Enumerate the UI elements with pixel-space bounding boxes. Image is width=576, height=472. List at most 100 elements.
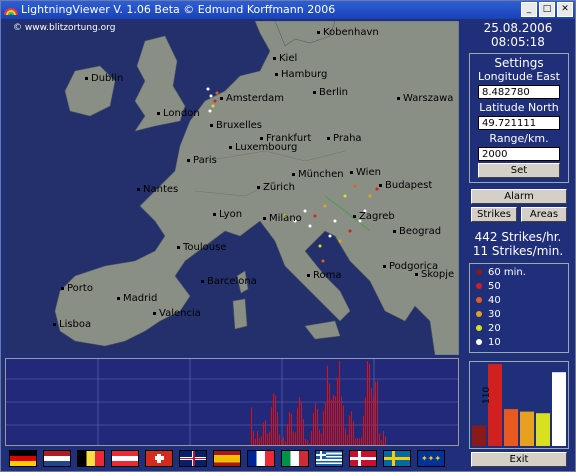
strikes-per-minute: 11 Strikes/min. [472, 244, 564, 258]
window-title: LightningViewer V. 1.06 Beta © Edmund Ko… [21, 3, 336, 16]
city-name: Bruxelles [216, 120, 262, 131]
minimize-button[interactable]: _ [521, 2, 537, 17]
date-label: 25.08.2006 [483, 21, 553, 35]
title-bar[interactable]: LightningViewer V. 1.06 Beta © Edmund Ko… [1, 1, 575, 19]
legend-label: 10 [488, 337, 501, 348]
country-flags: ✦✦✦ [5, 446, 459, 470]
city-dot [275, 72, 278, 76]
strikes-button[interactable]: Strikes [471, 207, 517, 222]
austria-flag[interactable] [111, 449, 139, 467]
close-button[interactable]: ✕ [557, 2, 573, 17]
activity-bar [536, 413, 550, 446]
city-label-mnchen: München [292, 169, 344, 180]
city-name: Toulouse [183, 242, 227, 253]
city-name: Barcelona [207, 276, 257, 287]
activity-value-label: 110 [482, 386, 492, 404]
sweden-flag[interactable] [383, 449, 411, 467]
city-dot [292, 172, 295, 176]
denmark-flag[interactable] [349, 449, 377, 467]
copyright-url: © www.blitzortung.org [13, 23, 116, 33]
city-dot [201, 279, 204, 283]
city-label-madrid: Madrid [117, 293, 157, 304]
city-dot [353, 214, 356, 218]
city-name: Roma [313, 270, 342, 281]
city-label-berlin: Berlin [313, 87, 348, 98]
strike-history-graph [5, 358, 459, 446]
legend-item: 30 [470, 308, 568, 322]
settings-title: Settings [494, 56, 544, 70]
italy-flag[interactable] [281, 449, 309, 467]
city-label-nantes: Nantes [137, 184, 178, 195]
city-name: Porto [67, 283, 93, 294]
exit-button[interactable]: Exit [471, 452, 567, 467]
set-button[interactable]: Set [478, 163, 560, 178]
spain-flag[interactable] [213, 449, 241, 467]
longitude-label: Longitude East [478, 70, 560, 83]
legend-label: 30 [488, 309, 501, 320]
city-label-toulouse: Toulouse [177, 242, 226, 253]
city-dot [317, 30, 320, 34]
city-label-kiel: Kiel [273, 53, 297, 64]
eu-flag[interactable]: ✦✦✦ [417, 449, 445, 467]
strike-rate-spikes [251, 361, 386, 445]
city-label-porto: Porto [61, 283, 93, 294]
strikes-per-hour: 442 Strikes/hr. [474, 230, 562, 244]
city-dot [210, 123, 213, 127]
city-label-valencia: Valencia [153, 308, 201, 319]
city-dot [220, 96, 223, 100]
activity-bar-panel: 110 [469, 361, 569, 449]
legend-dot-icon [476, 311, 482, 317]
city-dot [350, 170, 353, 174]
city-label-zagreb: Zagreb [353, 211, 395, 222]
france-flag[interactable] [247, 449, 275, 467]
legend-label: 60 min. [488, 267, 526, 278]
city-label-amsterdam: Amsterdam [220, 93, 284, 104]
alarm-button[interactable]: Alarm [471, 189, 567, 204]
city-dot [393, 229, 396, 233]
city-dot [379, 183, 382, 187]
city-dot [213, 212, 216, 216]
netherlands-flag[interactable] [43, 449, 71, 467]
range-input[interactable]: 2000 [478, 147, 560, 161]
city-dot [327, 136, 330, 140]
city-dot [397, 96, 400, 100]
city-label-paris: Paris [187, 155, 217, 166]
lightning-map[interactable]: © www.blitzortung.org Kobenhavn Kiel Hambu… [5, 21, 459, 355]
legend-dot-icon [476, 339, 482, 345]
belgium-flag[interactable] [77, 449, 105, 467]
city-dot [313, 90, 316, 94]
city-dot [263, 216, 266, 220]
uk-flag[interactable] [179, 449, 207, 467]
city-label-barcelona: Barcelona [201, 276, 257, 287]
areas-button[interactable]: Areas [521, 207, 567, 222]
city-name: Kiel [279, 53, 298, 64]
city-dot [307, 273, 310, 277]
city-name: Zagreb [359, 211, 395, 222]
city-label-skopje: Skopje [415, 269, 454, 280]
legend-dot-icon [476, 283, 482, 289]
city-name: Lyon [219, 209, 243, 220]
city-name: Hamburg [281, 69, 328, 80]
legend-dot-icon [476, 325, 482, 331]
germany-flag[interactable] [9, 449, 37, 467]
city-label-zrich: Zürich [257, 182, 295, 193]
city-dot [137, 187, 140, 191]
maximize-button[interactable]: □ [539, 2, 555, 17]
legend-item: 50 [470, 280, 568, 294]
city-name: Budapest [385, 180, 433, 191]
city-label-beograd: Beograd [393, 226, 441, 237]
city-dot [187, 158, 190, 162]
greece-flag[interactable] [315, 449, 343, 467]
rainbow-icon [4, 8, 18, 16]
longitude-input[interactable]: 8.482780 [478, 85, 560, 99]
city-name: London [163, 108, 200, 119]
city-label-lyon: Lyon [213, 209, 242, 220]
city-name: Beograd [399, 226, 442, 237]
latitude-input[interactable]: 49.721111 [478, 116, 560, 130]
city-name: Madrid [123, 293, 158, 304]
legend-item: 10 [470, 336, 568, 350]
switzerland-flag[interactable] [145, 449, 173, 467]
legend-label: 40 [488, 295, 501, 306]
legend-dot-icon [476, 269, 482, 275]
legend-dot-icon [476, 297, 482, 303]
